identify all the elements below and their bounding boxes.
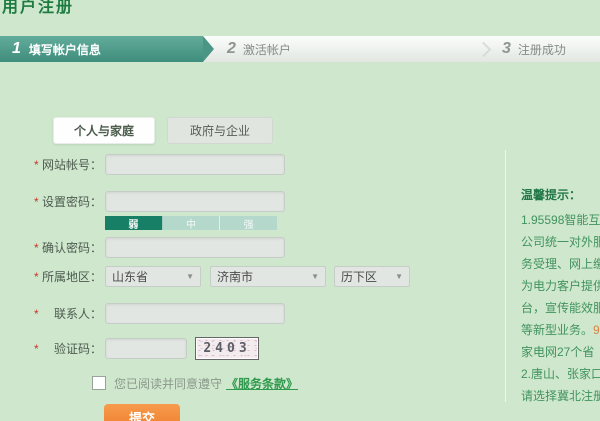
tips-line: 台，宣传能效服务、	[521, 301, 600, 315]
province-value: 山东省	[112, 270, 149, 284]
contact-label: 联系人：	[53, 307, 102, 321]
strength-weak: 弱	[105, 216, 163, 231]
tips-line-text: 等新型业务。	[521, 323, 594, 337]
district-select[interactable]: 历下区 ▼	[334, 266, 410, 287]
region-label: 所属地区：	[41, 270, 102, 284]
tips-line: 2.唐山、张家口、廊	[521, 367, 600, 381]
tips-line: 请选择冀北注册。	[521, 389, 600, 403]
agreement-row: 您已阅读并同意遵守 《服务条款》	[92, 375, 298, 392]
page-title: 用户注册	[2, 0, 75, 16]
city-value: 济南市	[217, 270, 254, 284]
tab-personal-family[interactable]: 个人与家庭	[53, 117, 155, 144]
submit-button[interactable]: 提交	[104, 404, 180, 421]
password-label: 设置密码：	[41, 195, 102, 209]
registration-page: 用户注册 2 激活帐户 3 注册成功 1 填写帐户信息 个人与家庭 政府与企业 …	[0, 0, 600, 421]
tips-hotline-number: 95598	[593, 323, 600, 337]
terms-of-service-link[interactable]: 《服务条款》	[226, 375, 298, 392]
account-label: 网站帐号：	[41, 158, 102, 172]
tips-line: 1.95598智能互动网	[521, 213, 600, 227]
city-select[interactable]: 济南市 ▼	[210, 266, 326, 287]
strength-medium: 中	[162, 216, 221, 231]
step-label: 注册成功	[517, 42, 566, 57]
tips-line: 等新型业务。95598	[521, 319, 600, 341]
captcha-label: 验证码：	[53, 342, 102, 356]
step-fill-account-info-active: 1 填写帐户信息	[0, 36, 214, 62]
tips-line: 务受理、网上缴费、	[521, 257, 600, 271]
tips-sidebar: 温馨提示： 1.95598智能互动网 公司统一对外服务网 务受理、网上缴费、 为…	[521, 185, 600, 407]
agreement-text: 您已阅读并同意遵守	[114, 376, 223, 391]
tab-government-enterprise[interactable]: 政府与企业	[167, 117, 273, 144]
captcha-input[interactable]	[105, 338, 187, 359]
step-label: 填写帐户信息	[28, 42, 101, 57]
step-register-success: 3 注册成功	[502, 36, 566, 62]
tips-line: 公司统一对外服务网	[521, 235, 600, 249]
step-separator-chevron-icon	[475, 41, 492, 58]
tab-label: 政府与企业	[189, 124, 250, 138]
step-number: 2	[227, 40, 236, 57]
chevron-down-icon: ▼	[186, 272, 194, 281]
vertical-divider	[505, 150, 506, 402]
contact-input[interactable]	[105, 303, 285, 324]
tab-label: 个人与家庭	[73, 124, 134, 138]
step-label: 激活帐户	[242, 42, 291, 57]
confirm-password-label: 确认密码：	[41, 241, 102, 255]
step-number: 1	[12, 40, 21, 57]
district-value: 历下区	[341, 270, 378, 284]
tips-line: 家电网27个省（市）	[521, 345, 600, 359]
captcha-code: 2403	[203, 341, 251, 356]
strength-strong: 强	[220, 216, 278, 231]
tips-title: 温馨提示：	[521, 188, 582, 202]
step-activate-account: 2 激活帐户	[227, 36, 291, 62]
step-arrow-icon	[203, 36, 214, 62]
password-input[interactable]	[105, 191, 285, 212]
step-number: 3	[502, 40, 511, 57]
password-strength-meter: 弱 中 强	[105, 216, 278, 231]
province-select[interactable]: 山东省 ▼	[105, 266, 201, 287]
tips-line: 为电力客户提供信息	[521, 279, 600, 293]
wizard-stepper: 2 激活帐户 3 注册成功 1 填写帐户信息	[0, 36, 600, 62]
chevron-down-icon: ▼	[311, 272, 319, 281]
chevron-down-icon: ▼	[395, 272, 403, 281]
terms-checkbox[interactable]	[92, 376, 106, 390]
confirm-password-input[interactable]	[105, 237, 285, 258]
captcha-image[interactable]: 2403	[195, 337, 259, 360]
account-input[interactable]	[105, 154, 285, 175]
